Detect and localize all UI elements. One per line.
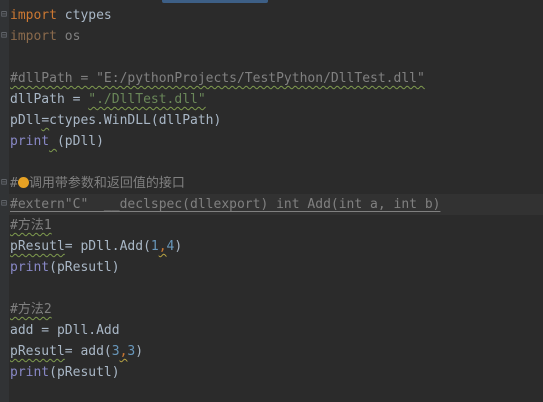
argument-separator: , <box>158 239 167 254</box>
code-line-4[interactable]: #dllPath = "E:/pythonProjects/TestPython… <box>10 68 425 89</box>
unused-module-name: os <box>56 29 81 44</box>
add-call: = pDll.Add( <box>64 239 151 254</box>
code-line-9[interactable]: # 调用带参数和返回值的接口 <box>10 173 185 194</box>
code-editor[interactable]: ⊟ ⊟ ⊟ ⊟ import ctypes import os #dllPath… <box>0 0 543 402</box>
closing-paren: ) <box>174 239 183 254</box>
code-line-11[interactable]: #方法1 <box>10 215 52 236</box>
comment-dllpath: #dllPath = "E:/pythonProjects/TestPython… <box>10 71 425 86</box>
comment-extern-declaration: #extern"C" __declspec(dllexport) int Add… <box>10 197 441 212</box>
code-line-2[interactable]: import os <box>10 26 80 47</box>
code-line-5[interactable]: dllPath = "./DllTest.dll" <box>10 89 206 110</box>
print-args: (pResutl) <box>49 365 120 380</box>
whitespace-warning <box>49 134 57 149</box>
print-args: (pResutl) <box>49 260 120 275</box>
module-name: ctypes <box>56 8 112 23</box>
variable-pdll: pDll <box>10 113 42 128</box>
builtin-print: print <box>10 134 50 149</box>
lightbulb-icon[interactable] <box>17 177 29 188</box>
comment-interface-text: 调用带参数和返回值的接口 <box>28 176 185 191</box>
assignment: dllPath = <box>10 92 89 107</box>
fold-icon[interactable]: ⊟ <box>0 25 8 46</box>
print-args: (pDll) <box>56 134 104 149</box>
code-line-10[interactable]: #extern"C" __declspec(dllexport) int Add… <box>10 194 440 215</box>
code-line-15[interactable]: #方法2 <box>10 299 52 320</box>
argument-number: 1 <box>150 239 159 254</box>
builtin-print: print <box>10 260 50 275</box>
keyword-import: import <box>10 8 57 23</box>
operator-assign: = <box>41 113 50 128</box>
keyword-import: import <box>10 29 57 44</box>
comment-method-2: #方法2 <box>10 302 52 317</box>
fold-icon[interactable]: ⊟ <box>0 4 8 25</box>
code-line-13[interactable]: print(pResutl) <box>10 257 120 278</box>
argument-number: 3 <box>111 344 120 359</box>
windll-call: ctypes.WinDLL(dllPath) <box>49 113 222 128</box>
code-line-18[interactable]: print(pResutl) <box>10 362 120 383</box>
fold-icon[interactable]: ⊟ <box>0 172 8 193</box>
fold-icon[interactable]: ⊟ <box>0 193 8 214</box>
add-assignment: add = pDll.Add <box>10 323 120 338</box>
closing-paren: ) <box>135 344 144 359</box>
code-line-17[interactable]: pResutl= add(3,3) <box>10 341 143 362</box>
builtin-print: print <box>10 365 50 380</box>
code-line-16[interactable]: add = pDll.Add <box>10 320 120 341</box>
variable-presutl: pResutl <box>10 344 65 359</box>
code-line-7[interactable]: print (pDll) <box>10 131 104 152</box>
variable-presutl: pResutl <box>10 239 65 254</box>
comment-hash: # <box>10 176 18 191</box>
comment-method-1: #方法1 <box>10 218 52 233</box>
add-call: = add( <box>64 344 112 359</box>
code-line-12[interactable]: pResutl= pDll.Add(1,4) <box>10 236 182 257</box>
code-line-6[interactable]: pDll=ctypes.WinDLL(dllPath) <box>10 110 221 131</box>
code-line-1[interactable]: import ctypes <box>10 5 112 26</box>
string-literal: "./DllTest.dll" <box>88 92 206 107</box>
